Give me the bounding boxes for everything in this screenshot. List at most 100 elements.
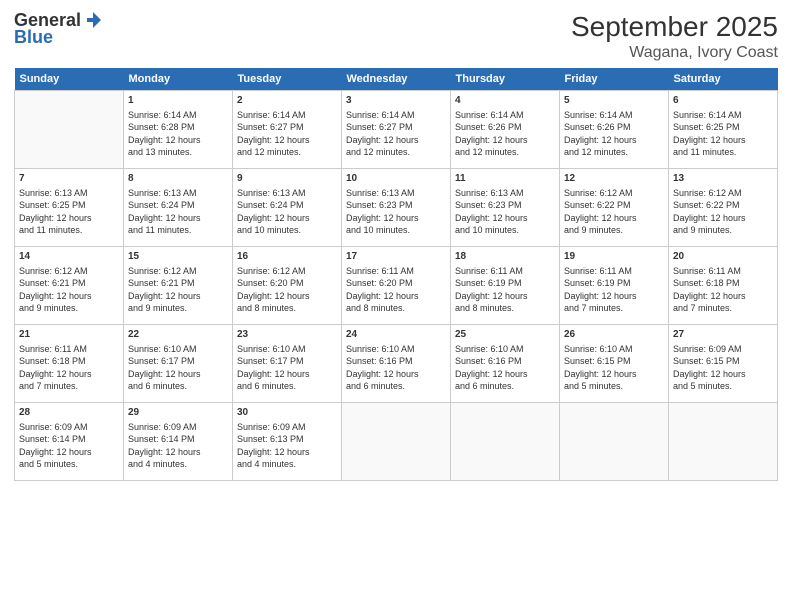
day-number: 10 [346,172,446,186]
day-number: 23 [237,328,337,342]
calendar-week-4: 28Sunrise: 6:09 AMSunset: 6:14 PMDayligh… [15,402,778,480]
day-info: and 4 minutes. [128,458,228,471]
calendar-cell: 4Sunrise: 6:14 AMSunset: 6:26 PMDaylight… [451,90,560,168]
day-info: Sunset: 6:21 PM [128,277,228,290]
day-info: Daylight: 12 hours [19,290,119,303]
day-info: and 8 minutes. [346,302,446,315]
day-info: Sunrise: 6:11 AM [455,265,555,278]
day-number: 24 [346,328,446,342]
calendar-cell [342,402,451,480]
day-info: and 6 minutes. [346,380,446,393]
day-info: Sunrise: 6:11 AM [673,265,773,278]
day-info: Sunrise: 6:09 AM [19,421,119,434]
day-info: Sunset: 6:14 PM [19,433,119,446]
day-info: Sunset: 6:17 PM [237,355,337,368]
header: General Blue September 2025 Wagana, Ivor… [14,10,778,62]
day-info: Daylight: 12 hours [19,446,119,459]
calendar-cell: 5Sunrise: 6:14 AMSunset: 6:26 PMDaylight… [560,90,669,168]
day-info: Sunset: 6:26 PM [564,121,664,134]
day-info: Daylight: 12 hours [237,290,337,303]
header-wednesday: Wednesday [342,68,451,91]
day-info: Sunset: 6:20 PM [237,277,337,290]
day-info: Sunrise: 6:14 AM [673,109,773,122]
day-number: 25 [455,328,555,342]
calendar-cell: 6Sunrise: 6:14 AMSunset: 6:25 PMDaylight… [669,90,778,168]
day-info: Sunrise: 6:13 AM [237,187,337,200]
calendar-cell: 1Sunrise: 6:14 AMSunset: 6:28 PMDaylight… [124,90,233,168]
day-info: Sunrise: 6:12 AM [237,265,337,278]
day-number: 20 [673,250,773,264]
day-info: Daylight: 12 hours [346,290,446,303]
day-info: Sunset: 6:24 PM [128,199,228,212]
day-info: Sunrise: 6:10 AM [237,343,337,356]
day-info: and 13 minutes. [128,146,228,159]
day-info: and 6 minutes. [128,380,228,393]
day-number: 29 [128,406,228,420]
day-info: Daylight: 12 hours [564,368,664,381]
header-sunday: Sunday [15,68,124,91]
day-info: Daylight: 12 hours [564,134,664,147]
day-info: Sunrise: 6:13 AM [346,187,446,200]
logo: General Blue [14,10,103,48]
day-info: Sunrise: 6:14 AM [237,109,337,122]
day-info: Sunrise: 6:12 AM [564,187,664,200]
day-info: Sunset: 6:19 PM [455,277,555,290]
day-info: Daylight: 12 hours [237,134,337,147]
day-info: and 7 minutes. [19,380,119,393]
day-info: and 5 minutes. [564,380,664,393]
day-info: and 9 minutes. [564,224,664,237]
day-info: Sunset: 6:14 PM [128,433,228,446]
calendar-cell: 21Sunrise: 6:11 AMSunset: 6:18 PMDayligh… [15,324,124,402]
day-info: Daylight: 12 hours [19,212,119,225]
day-number: 18 [455,250,555,264]
calendar-week-3: 21Sunrise: 6:11 AMSunset: 6:18 PMDayligh… [15,324,778,402]
day-info: Daylight: 12 hours [564,212,664,225]
calendar-cell: 24Sunrise: 6:10 AMSunset: 6:16 PMDayligh… [342,324,451,402]
calendar-cell: 8Sunrise: 6:13 AMSunset: 6:24 PMDaylight… [124,168,233,246]
day-info: and 10 minutes. [346,224,446,237]
calendar-cell: 30Sunrise: 6:09 AMSunset: 6:13 PMDayligh… [233,402,342,480]
calendar-cell: 27Sunrise: 6:09 AMSunset: 6:15 PMDayligh… [669,324,778,402]
day-info: Daylight: 12 hours [237,212,337,225]
calendar-cell: 29Sunrise: 6:09 AMSunset: 6:14 PMDayligh… [124,402,233,480]
day-info: Sunrise: 6:13 AM [128,187,228,200]
calendar-cell: 12Sunrise: 6:12 AMSunset: 6:22 PMDayligh… [560,168,669,246]
day-number: 4 [455,94,555,108]
day-info: Sunrise: 6:10 AM [128,343,228,356]
day-info: Sunrise: 6:10 AM [346,343,446,356]
day-info: Sunset: 6:25 PM [673,121,773,134]
day-info: and 5 minutes. [673,380,773,393]
day-number: 1 [128,94,228,108]
day-info: and 9 minutes. [19,302,119,315]
day-info: Sunrise: 6:10 AM [564,343,664,356]
day-info: and 12 minutes. [237,146,337,159]
day-number: 12 [564,172,664,186]
day-info: Daylight: 12 hours [237,368,337,381]
day-info: and 11 minutes. [19,224,119,237]
day-info: Sunrise: 6:13 AM [455,187,555,200]
calendar-cell: 20Sunrise: 6:11 AMSunset: 6:18 PMDayligh… [669,246,778,324]
day-info: Sunrise: 6:09 AM [128,421,228,434]
day-info: and 7 minutes. [564,302,664,315]
day-number: 7 [19,172,119,186]
calendar-cell: 26Sunrise: 6:10 AMSunset: 6:15 PMDayligh… [560,324,669,402]
day-info: Daylight: 12 hours [673,212,773,225]
day-info: Daylight: 12 hours [673,368,773,381]
calendar-cell: 10Sunrise: 6:13 AMSunset: 6:23 PMDayligh… [342,168,451,246]
day-info: Sunset: 6:27 PM [237,121,337,134]
calendar-cell [451,402,560,480]
calendar-cell: 28Sunrise: 6:09 AMSunset: 6:14 PMDayligh… [15,402,124,480]
calendar-week-2: 14Sunrise: 6:12 AMSunset: 6:21 PMDayligh… [15,246,778,324]
header-tuesday: Tuesday [233,68,342,91]
day-info: and 9 minutes. [673,224,773,237]
day-number: 5 [564,94,664,108]
day-info: Sunset: 6:18 PM [19,355,119,368]
day-info: Sunrise: 6:14 AM [346,109,446,122]
day-info: and 4 minutes. [237,458,337,471]
day-info: Daylight: 12 hours [564,290,664,303]
day-info: and 6 minutes. [455,380,555,393]
day-info: Sunset: 6:19 PM [564,277,664,290]
day-info: Sunset: 6:20 PM [346,277,446,290]
day-info: Sunset: 6:16 PM [455,355,555,368]
day-info: Sunset: 6:13 PM [237,433,337,446]
